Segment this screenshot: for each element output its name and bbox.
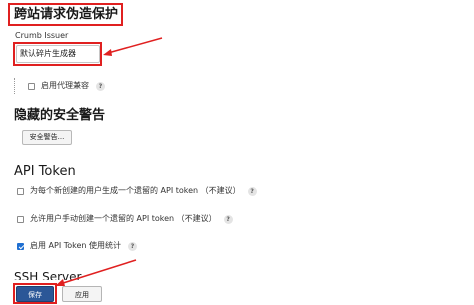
token-usage-stats-label: 启用 API Token 使用统计 — [30, 241, 122, 250]
manual-legacy-token-checkbox[interactable] — [17, 215, 24, 223]
annotation-arrow-save — [55, 259, 137, 286]
annotation-box-csrf-title — [8, 3, 123, 26]
security-warnings-title: 隐藏的安全警告 — [14, 108, 106, 123]
api-token-option-row: 启用 API Token 使用统计 ? — [17, 241, 138, 251]
help-icon[interactable]: ? — [128, 241, 138, 251]
token-usage-stats-checkbox[interactable] — [17, 242, 24, 250]
generate-legacy-token-checkbox[interactable] — [17, 187, 24, 195]
security-warnings-button[interactable]: 安全警告... — [22, 130, 72, 145]
help-icon[interactable]: ? — [96, 81, 105, 91]
manual-legacy-token-label: 允许用户手动创建一个遗留的 API token （不建议） — [30, 214, 217, 223]
crumb-issuer-label: Crumb Issuer — [15, 31, 69, 40]
proxy-compat-label: 启用代理兼容 — [41, 81, 89, 90]
annotation-box-crumb-select — [13, 42, 102, 66]
annotation-arrow-crumb — [103, 37, 163, 56]
annotation-box-save — [13, 283, 57, 304]
proxy-compat-checkbox[interactable] — [28, 82, 35, 90]
help-icon[interactable]: ? — [223, 214, 233, 224]
dotted-separator — [14, 78, 15, 94]
api-token-option-row: 允许用户手动创建一个遗留的 API token （不建议） ? — [17, 214, 233, 224]
generate-legacy-token-label: 为每个新创建的用户生成一个遗留的 API token （不建议） — [30, 186, 241, 195]
api-token-title: API Token — [14, 164, 76, 179]
help-icon[interactable]: ? — [247, 186, 257, 196]
proxy-compat-row: 启用代理兼容 ? — [28, 81, 105, 91]
api-token-option-row: 为每个新创建的用户生成一个遗留的 API token （不建议） ? — [17, 186, 257, 196]
